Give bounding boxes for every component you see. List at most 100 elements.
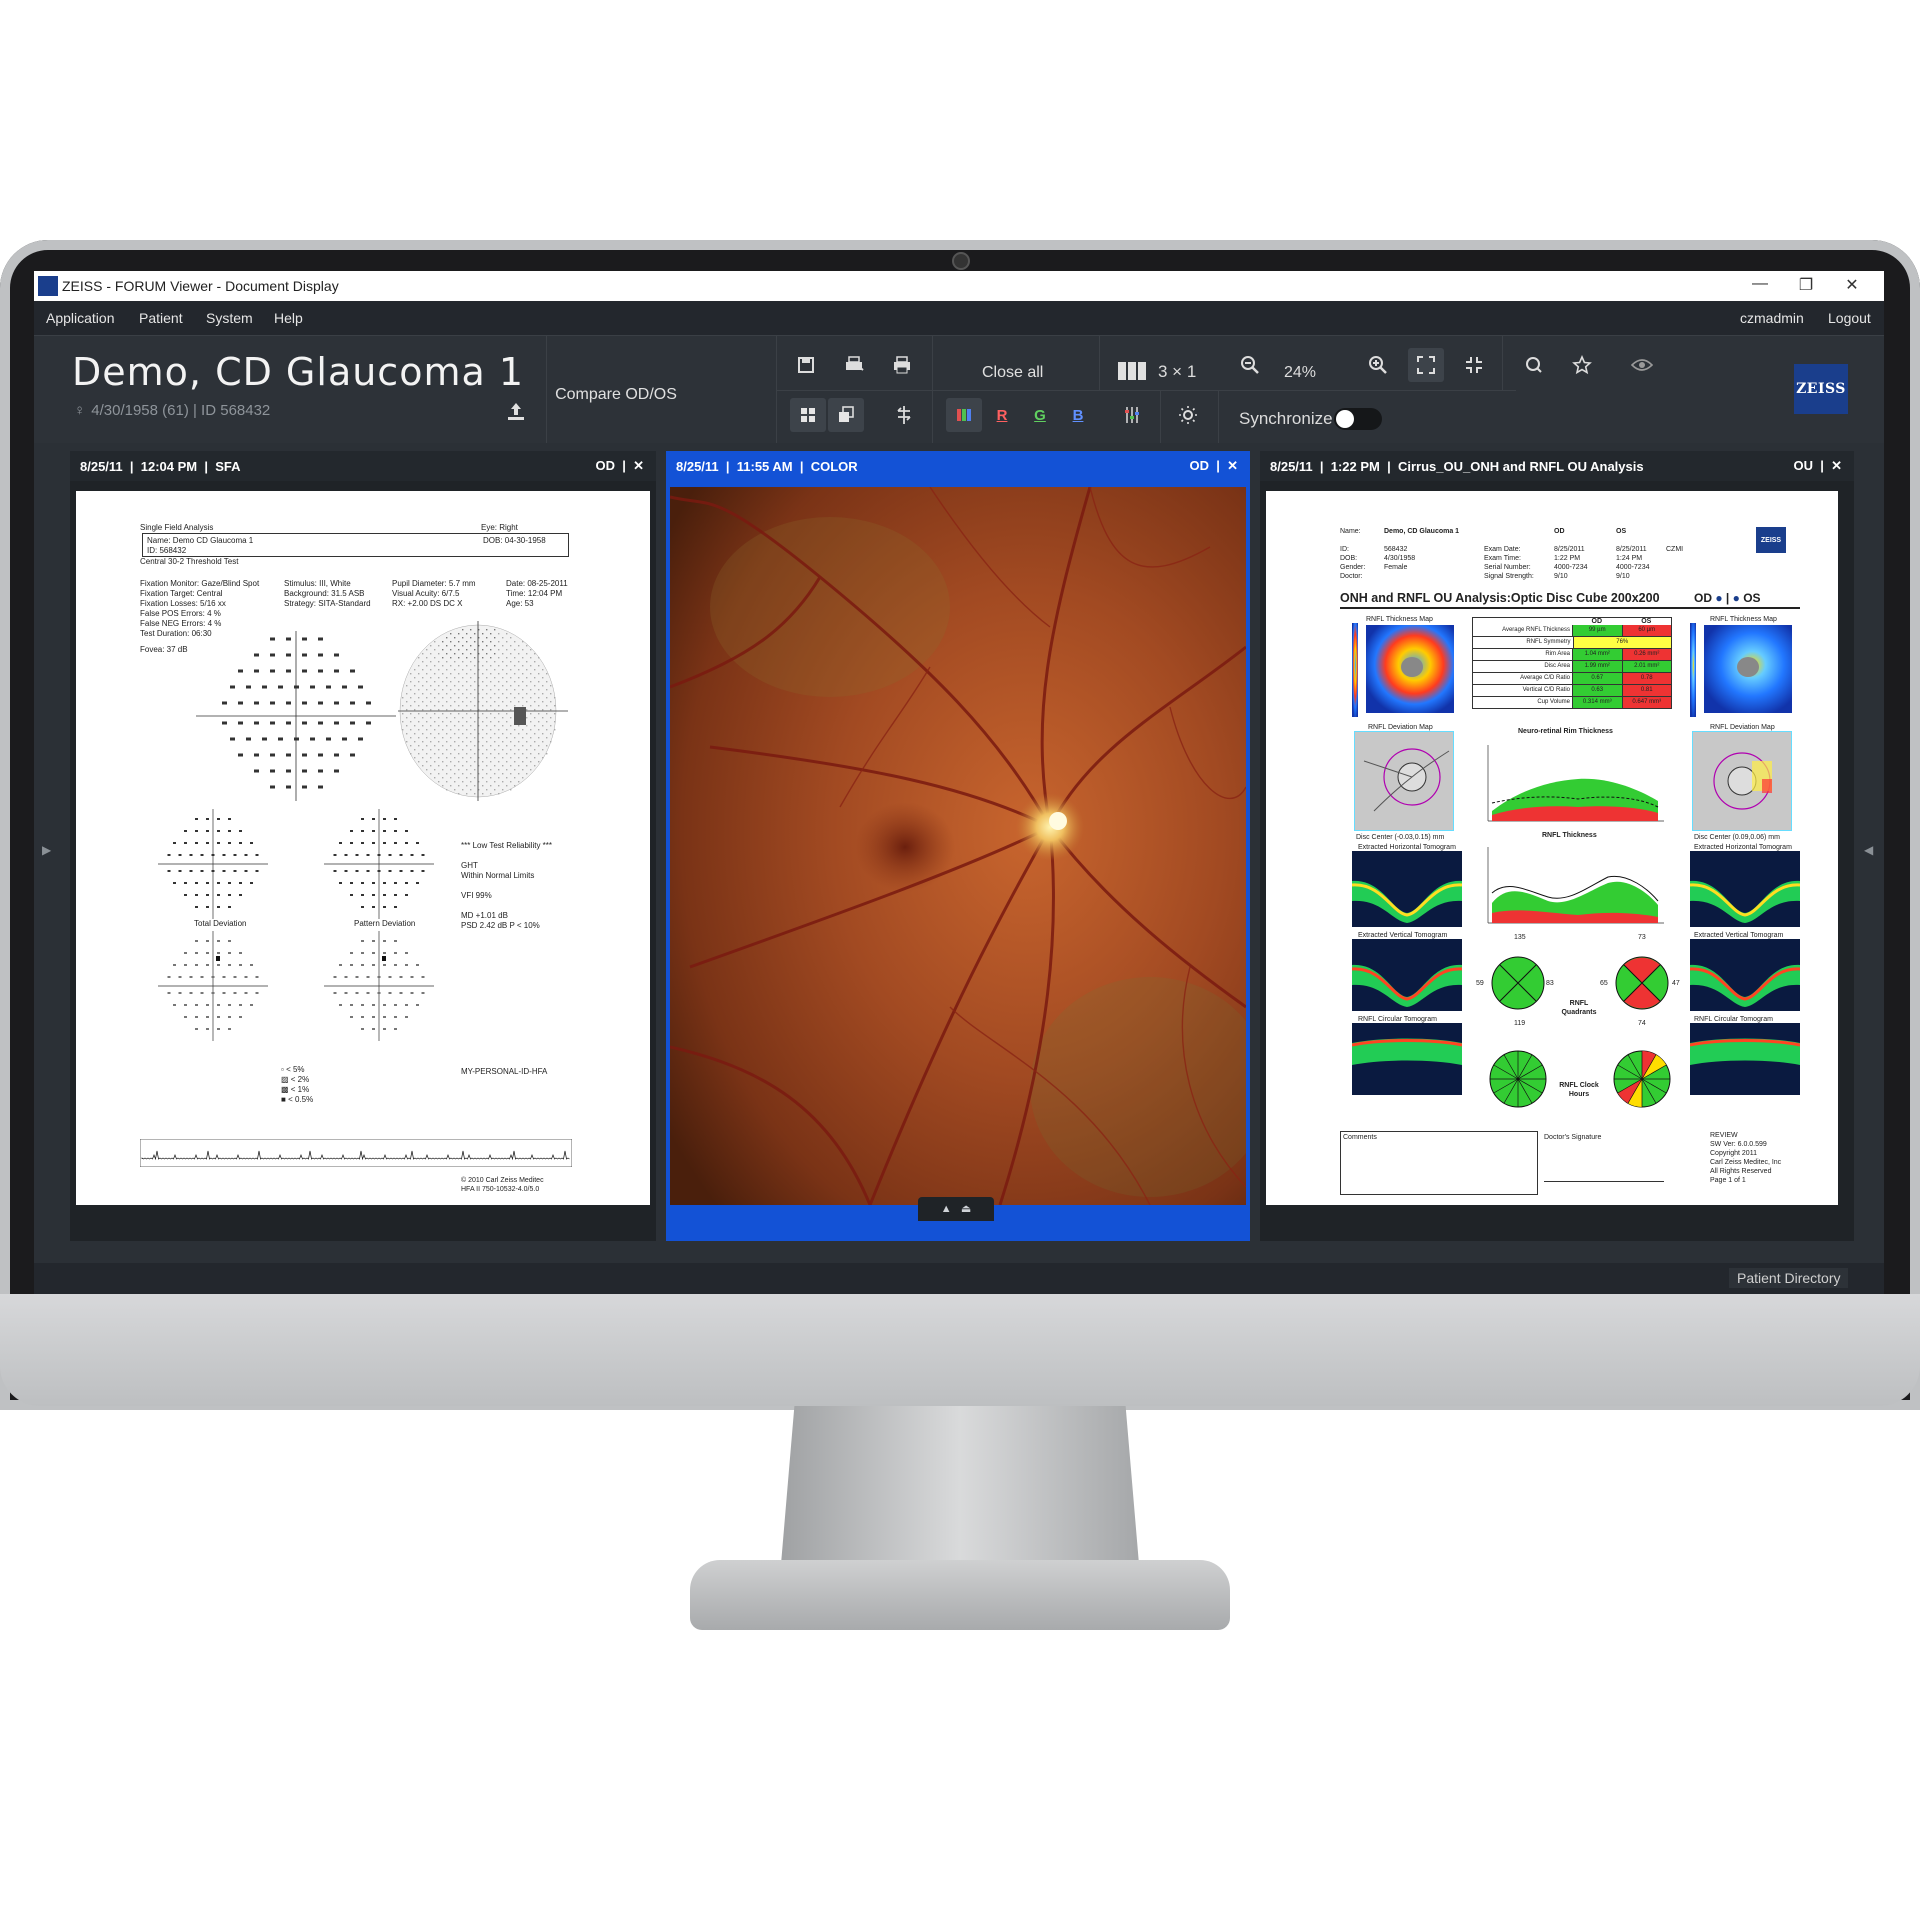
print-icon[interactable] [884,348,920,382]
onh-table-row: RNFL Symmetry 76% [1472,637,1672,649]
onh-table-row: Cup Volume 0.314 mm³ 0.647 mm³ [1472,697,1672,709]
onh-table-row: Disc Area 1.99 mm² 2.01 mm² [1472,661,1672,673]
panel-header: 8/25/11 | 1:22 PM | Cirrus_OU_ONH and RN… [1260,451,1854,481]
patient-details: ♀ 4/30/1958 (61) | ID 568432 [74,402,270,419]
visibility-eye-icon[interactable] [1624,348,1660,382]
adjust-levels-icon[interactable] [1114,398,1150,432]
panel-eye-close: OD | ✕ [1189,458,1239,473]
logout-link[interactable]: Logout [1828,310,1871,326]
panel-header: 8/25/11 | 12:04 PM | SFA OD | ✕ [70,451,656,481]
menu-patient[interactable]: Patient [139,310,183,326]
blue-channel-button[interactable]: B [1060,398,1096,432]
close-window-button[interactable]: ✕ [1832,275,1872,297]
flip-icon[interactable] [886,398,922,432]
document-panel-color[interactable]: 8/25/11 | 11:55 AM | COLOR OD | ✕ ▲ ⏏ [666,451,1250,1241]
comments-label: Comments [1343,1134,1377,1141]
rnfl-quadrants-label: RNFL Quadrants [1561,1000,1597,1016]
favorite-star-icon[interactable] [1564,348,1600,382]
left-collapse-arrow[interactable]: ▶ [42,843,51,857]
image-nav-tab[interactable]: ▲ ⏏ [918,1197,994,1221]
right-collapse-arrow[interactable]: ◀ [1864,843,1873,857]
minimize-button[interactable]: — [1740,275,1780,297]
menu-bar: Application Patient System Help czmadmin… [34,301,1884,335]
od-disc-center: Disc Center (-0.03,0.15) mm [1356,834,1445,841]
sfa-title: Single Field Analysis [140,523,214,532]
rim-thickness-title: Neuro-retinal Rim Thickness [1518,728,1613,735]
zeiss-logo: ZEISS [1794,364,1848,414]
close-panel-icon[interactable]: ✕ [1227,458,1238,473]
monitor-stand-base [690,1560,1230,1630]
webcam [952,252,970,270]
layout-grid-icon[interactable] [1118,362,1148,380]
status-bar: Patient Directory [34,1263,1884,1294]
pattern-deviation-probability [324,931,434,1041]
total-deviation-label: Total Deviation [194,919,247,928]
toggle-knob [1336,410,1354,428]
os-quad-nasal: 65 [1600,980,1608,987]
document-panel-onh[interactable]: 8/25/11 | 1:22 PM | Cirrus_OU_ONH and RN… [1260,451,1854,1241]
gaze-tracking-strip [140,1139,572,1167]
sfa-eye: Eye: Right [481,523,518,532]
window-title: ZEISS - FORUM Viewer - Document Display [62,278,339,294]
brightness-icon[interactable] [1170,398,1206,432]
onh-report: Name: ID: DOB: Gender: Doctor: Demo, CD Gla… [1266,491,1838,1205]
menu-help[interactable]: Help [274,310,303,326]
comments-box: Comments [1340,1131,1538,1195]
fit-to-window-icon[interactable] [1408,348,1444,382]
restore-button[interactable]: ❐ [1786,275,1826,297]
onh-heading: ONH and RNFL OU Analysis:Optic Disc Cube… [1340,591,1660,605]
od-quad-superior: 135 [1514,934,1526,941]
document-panel-sfa[interactable]: 8/25/11 | 12:04 PM | SFA OD | ✕ Single F… [70,451,656,1241]
os-disc-center: Disc Center (0.09,0.06) mm [1694,834,1780,841]
female-icon: ♀ [74,402,86,419]
os-h-tomogram [1690,851,1800,927]
green-channel-button[interactable]: G [1022,398,1058,432]
onh-table-row: Average C/D Ratio 0.67 0.78 [1472,673,1672,685]
export-icon[interactable] [504,400,528,424]
rnfl-thickness-title: RNFL Thickness [1542,832,1597,839]
sfa-dob: DOB: 04-30-1958 [483,536,546,545]
close-panel-icon[interactable]: ✕ [633,458,644,473]
od-quad-temporal: 59 [1476,980,1484,987]
compare-od-os-button[interactable]: Compare OD/OS [546,386,686,404]
onh-czmi: CZMI [1666,546,1684,553]
tile-view-icon[interactable] [790,398,826,432]
onh-metrics-table: OD OS Average RNFL Thickness 99 µm 60 µm RNF… [1472,617,1672,709]
user-name[interactable]: czmadmin [1740,310,1804,326]
onh-footer: REVIEW SW Ver: 6.0.0.599 Copyright 2011 Car… [1710,1132,1782,1184]
os-quad-superior: 73 [1638,934,1646,941]
os-quad-temporal: 47 [1672,980,1680,987]
annotation-icon[interactable] [1516,348,1552,382]
total-deviation-probability [158,931,268,1041]
patient-name: Demo, CD Glaucoma 1 [72,350,525,394]
print-preview-icon[interactable] [836,348,872,382]
collapse-icon[interactable] [1456,348,1492,382]
od-c-tomogram [1352,1023,1462,1095]
layout-selector[interactable]: 3 × 1 [1158,362,1196,382]
sfa-report: Single Field Analysis Eye: Right Name: D… [76,491,650,1205]
sfa-col4: Date: 08-25-2011 Time: 12:04 PM Age: 53 [506,579,568,608]
close-all-button[interactable]: Close all [982,364,1043,382]
zoom-in-icon[interactable] [1360,348,1396,382]
rnfl-clock-charts [1489,1050,1671,1108]
zoom-out-icon[interactable] [1232,348,1268,382]
sfa-indices: *** Low Test Reliability *** GHT Within N… [461,841,553,930]
zoom-level[interactable]: 24% [1284,364,1316,382]
rim-thickness-chart [1487,745,1664,822]
od-h-tomogram [1352,851,1462,927]
fundus-image[interactable] [670,487,1246,1205]
synchronize-toggle[interactable] [1334,408,1382,430]
color-channel-all-icon[interactable] [946,398,982,432]
patient-directory-button[interactable]: Patient Directory [1729,1268,1849,1288]
red-channel-button[interactable]: R [984,398,1020,432]
close-panel-icon[interactable]: ✕ [1831,458,1842,473]
menu-application[interactable]: Application [46,310,115,326]
menu-system[interactable]: System [206,310,253,326]
sfa-id: ID: 568432 [147,546,187,555]
document-workspace: ▶ ◀ 8/25/11 | 12:04 PM | SFA OD | ✕ Sing… [34,443,1884,1263]
toolbar-separator [1160,390,1161,444]
save-icon[interactable] [788,348,824,382]
grayscale-field [398,621,568,801]
onh-exam-os: 8/25/2011 1:24 PM 4000-7234 9/10 [1616,546,1650,580]
cascade-view-icon[interactable] [828,398,864,432]
